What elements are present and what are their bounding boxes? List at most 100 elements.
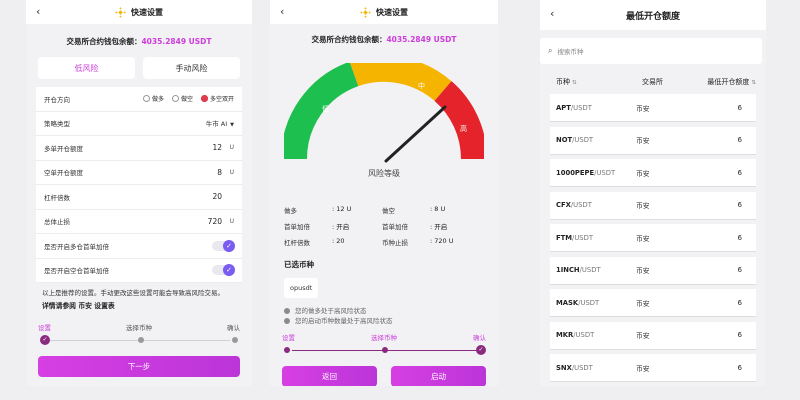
tab-manual-risk[interactable]: 手动风险 [143, 57, 240, 79]
stat-value: : 开启 [430, 223, 448, 231]
search-icon: ⌕ [548, 46, 553, 55]
check-icon: ✓ [223, 264, 235, 277]
short-amount-input[interactable]: 8 [217, 168, 222, 177]
stat-label: 币种止损 [382, 239, 408, 247]
step-confirm: 确认 [473, 334, 486, 342]
back-arrow-icon[interactable]: ‹ [550, 7, 554, 20]
start-button[interactable]: 启动 [391, 366, 486, 386]
long-amount-label: 多单开仓额度 [44, 144, 83, 153]
progress-steps: 设置 选择币种 确认 ✓ [38, 322, 240, 350]
table-row[interactable]: CFX/USDT 币安 6 [550, 191, 756, 220]
action-buttons: 返回 启动 [282, 366, 486, 386]
short-add-row: 是否开启空仓首单加倍 ✓ [36, 258, 242, 283]
col-coin[interactable]: 币种 ⇅ [556, 77, 642, 87]
back-button[interactable]: 返回 [282, 366, 377, 386]
stat-value: : 12 U [332, 205, 352, 213]
short-amount-unit: U [229, 168, 234, 176]
table-row[interactable]: NOT/USDT 币安 6 [550, 126, 756, 155]
wallet-balance: 交易所合约钱包余额：4035.2849 USDT [26, 36, 252, 47]
search-placeholder: 搜索币种 [557, 48, 584, 56]
selected-coins-title: 已选币种 [284, 260, 314, 269]
progress-steps: 设置 选择币种 确认 ✓ [282, 332, 486, 360]
radio-long[interactable]: 做多 [142, 94, 164, 103]
strategy-row: 策略类型 牛市 AI ▼ [36, 111, 242, 136]
quick-settings-panel: ‹ 快速设置 交易所合约钱包余额：4035.2849 USDT 低风险 手动风险… [26, 0, 252, 386]
step-settings: 设置 [282, 334, 295, 342]
short-add-toggle[interactable]: ✓ [212, 264, 235, 277]
tab-low-risk[interactable]: 低风险 [38, 57, 135, 79]
stop-loss-unit: U [229, 217, 234, 225]
stat-label: 做多 [284, 207, 297, 215]
header-bar: ‹ 快速设置 [26, 0, 252, 24]
recommendation-note: 以上是推荐的设置。手动更改这些设置可能会导致高风险交易。 [42, 289, 224, 297]
radio-both[interactable]: 多空双开 [200, 94, 234, 103]
page-title: 最低开仓额度 [625, 11, 680, 22]
back-arrow-icon[interactable]: ‹ [280, 5, 284, 18]
gauge-segment-low [284, 63, 359, 160]
col-min-amount[interactable]: 最低开仓额度 ⇅ [702, 77, 756, 87]
step-settings: 设置 [38, 324, 51, 332]
table-row[interactable]: MASK/USDT 币安 6 [550, 289, 756, 317]
radio-short[interactable]: 做空 [171, 94, 193, 103]
gauge-label-high: 高 [460, 124, 467, 133]
short-add-label: 是否开启空仓首单加倍 [44, 267, 109, 276]
back-arrow-icon[interactable]: ‹ [36, 5, 40, 18]
table-row[interactable]: 1000PEPE/USDT 币安 6 [550, 159, 756, 187]
stat-label: 做空 [382, 207, 395, 215]
table-row[interactable]: SNX/USDT 币安 6 [550, 354, 756, 382]
leverage-input[interactable]: 20 [212, 192, 222, 201]
confirm-panel: ‹ 快速设置 交易所合约钱包余额：4035.2849 USDT 低 中 高 风险… [270, 0, 498, 386]
step-select-coin: 选择币种 [371, 334, 397, 342]
settings-form: 开仓方向 做多 做空 多空双开 策略类型 牛市 AI ▼ 多单开仓额度 12 U … [36, 87, 242, 283]
table-row[interactable]: APT/USDT 币安 6 [550, 94, 756, 122]
gauge-caption: 风险等级 [368, 168, 400, 178]
min-amount-panel: ‹ 最低开仓额度 ⌕ 搜索币种 币种 ⇅ 交易所 最低开仓额度 ⇅ APT/USDT… [540, 0, 766, 386]
strategy-select[interactable]: 牛市 AI ▼ [206, 118, 234, 128]
step-check-icon: ✓ [476, 345, 486, 355]
long-add-row: 是否开启多仓首单加倍 ✓ [36, 234, 242, 259]
table-header: 币种 ⇅ 交易所 最低开仓额度 ⇅ [540, 70, 766, 94]
table-row[interactable]: MKR/USDT 币安 6 [550, 321, 756, 350]
next-button[interactable]: 下一步 [38, 356, 240, 377]
stat-label: 首单加倍 [284, 223, 310, 231]
table-row[interactable]: 1INCH/USDT 币安 6 [550, 256, 756, 285]
table-row[interactable]: FTM/USDT 币安 6 [550, 224, 756, 252]
gauge-label-mid: 中 [418, 81, 425, 90]
warning-item: 您的做多处于高风险状态 [284, 306, 484, 316]
bullet-icon [284, 318, 290, 324]
balance-label: 交易所合约钱包余额： [66, 37, 142, 46]
caret-down-icon: ▼ [230, 122, 234, 129]
stat-value: : 开启 [332, 223, 350, 231]
step-confirm: 确认 [227, 324, 240, 332]
gauge-segment-high [434, 81, 484, 160]
page-title: 快速设置 [131, 7, 163, 17]
short-amount-row: 空单开仓额度 8 U [36, 160, 242, 185]
settings-table-link[interactable]: 详情请参阅 币安 设置表 [42, 300, 236, 310]
direction-row: 开仓方向 做多 做空 多空双开 [36, 87, 242, 112]
long-amount-row: 多单开仓额度 12 U [36, 136, 242, 161]
stat-label: 首单加倍 [382, 223, 408, 231]
step-dot [382, 347, 388, 353]
sort-icon: ⇅ [572, 80, 577, 86]
header-bar: ‹ 最低开仓额度 [540, 0, 766, 30]
bullet-icon [284, 308, 290, 314]
long-add-toggle[interactable]: ✓ [212, 239, 235, 252]
stat-label: 杠杆倍数 [284, 239, 310, 247]
leverage-row: 杠杆倍数 20 [36, 185, 242, 210]
stop-loss-input[interactable]: 720 [208, 217, 222, 226]
search-field[interactable]: ⌕ 搜索币种 [540, 38, 762, 64]
long-amount-input[interactable]: 12 [212, 143, 222, 152]
long-add-label: 是否开启多仓首单加倍 [44, 242, 109, 251]
stat-value: : 720 U [430, 237, 454, 245]
selected-coin-chip[interactable]: opusdt [284, 278, 319, 298]
risk-gauge: 低 中 高 风险等级 [284, 63, 484, 178]
step-check-icon: ✓ [40, 335, 50, 345]
direction-radio-group: 做多 做空 多空双开 [142, 94, 234, 103]
check-icon: ✓ [223, 239, 235, 252]
step-dot [138, 337, 144, 343]
summary-stats: 做多 : 12 U 做空 : 8 U 首单加倍 : 开启 首单加倍 : 开启 杠… [284, 205, 484, 247]
balance-value: 4035.2849 USDT [141, 37, 212, 46]
binance-logo [115, 6, 126, 18]
long-amount-unit: U [229, 144, 234, 152]
short-amount-label: 空单开仓额度 [44, 169, 83, 178]
